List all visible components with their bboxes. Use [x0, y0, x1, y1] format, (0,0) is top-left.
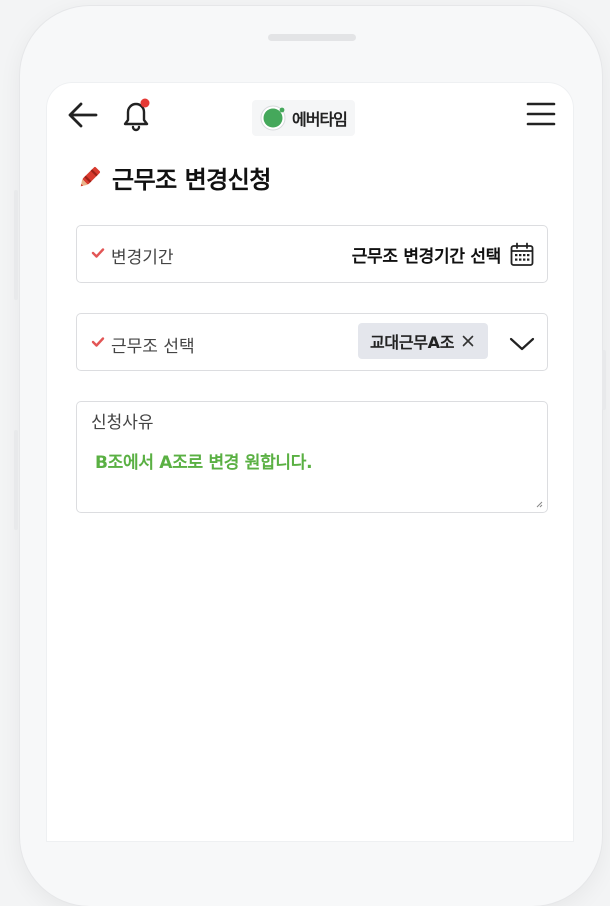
- reason-textarea[interactable]: 신청사유 B조에서 A조로 변경 원합니다.: [76, 401, 548, 513]
- reason-label: 신청사유: [91, 413, 154, 433]
- period-field[interactable]: 변경기간 근무조 변경기간 선택: [76, 225, 548, 283]
- calendar-icon[interactable]: [509, 241, 535, 267]
- period-label: 변경기간: [111, 248, 174, 268]
- phone-side-button: [602, 350, 606, 410]
- selected-shift-chip: 교대근무A조: [358, 323, 489, 359]
- period-select-button[interactable]: 근무조 변경기간 선택: [352, 242, 502, 267]
- required-check-icon: [91, 337, 105, 347]
- phone-side-button: [14, 190, 18, 300]
- shift-label: 근무조 선택: [111, 337, 195, 357]
- app-screen: 에버타임 근무조 변경신청 변경기간 근무조 변경기간 선택 근무조 선택 교대…: [46, 82, 574, 842]
- logo-text: 에버타임: [292, 110, 348, 129]
- back-arrow-icon[interactable]: [66, 100, 100, 130]
- shift-field[interactable]: 근무조 선택 교대근무A조: [76, 313, 548, 371]
- bell-icon[interactable]: [118, 96, 154, 132]
- crayon-icon: [80, 167, 100, 187]
- logo-mark-icon: [260, 105, 286, 131]
- chevron-down-icon[interactable]: [509, 336, 535, 352]
- reason-input-text[interactable]: B조에서 A조로 변경 원합니다.: [95, 448, 313, 473]
- title-row: 근무조 변경신청: [76, 160, 271, 194]
- phone-side-button: [14, 430, 18, 530]
- selected-shift-chip-label: 교대근무A조: [370, 333, 455, 352]
- phone-speaker: [268, 34, 356, 41]
- menu-icon[interactable]: [524, 98, 558, 130]
- resize-handle-icon[interactable]: [535, 500, 543, 508]
- app-logo[interactable]: 에버타임: [252, 100, 355, 136]
- app-header: 에버타임: [46, 82, 574, 152]
- page-title: 근무조 변경신청: [112, 165, 271, 194]
- close-icon[interactable]: [462, 335, 474, 347]
- required-check-icon: [91, 248, 105, 258]
